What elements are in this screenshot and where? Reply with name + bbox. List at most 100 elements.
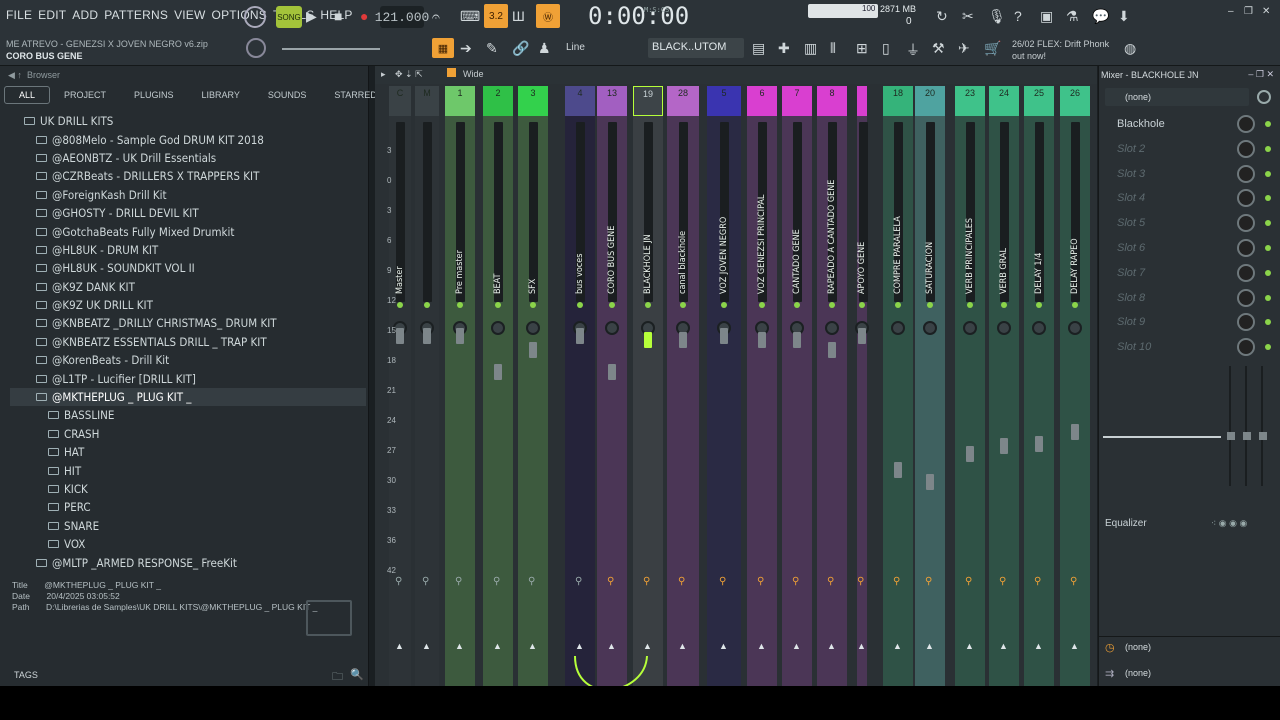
tree-item[interactable]: @K9Z DANK KIT bbox=[10, 278, 366, 296]
tree-icon[interactable]: ⊞ bbox=[856, 40, 868, 57]
fx-icon[interactable]: ⚲ bbox=[1034, 576, 1041, 587]
effect-slot[interactable]: Slot 8 bbox=[1107, 288, 1275, 308]
mute-led[interactable] bbox=[495, 302, 501, 308]
mic-icon[interactable]: 🎙 bbox=[988, 8, 1006, 25]
fx-icon[interactable]: ⚲ bbox=[719, 576, 726, 587]
route-arrow-icon[interactable]: ▲ bbox=[1070, 641, 1079, 651]
input-gauge-icon[interactable] bbox=[1257, 90, 1271, 104]
fx-icon[interactable]: ⚲ bbox=[678, 576, 685, 587]
slot-enable-led[interactable] bbox=[1265, 294, 1271, 301]
fx-icon[interactable]: ⚲ bbox=[857, 576, 864, 587]
mute-led[interactable] bbox=[680, 302, 686, 308]
snap-selector[interactable]: Line bbox=[566, 42, 585, 53]
pencil-icon[interactable]: ✎ bbox=[486, 40, 498, 57]
slot-enable-led[interactable] bbox=[1265, 145, 1271, 152]
folder-add-icon[interactable] bbox=[306, 600, 352, 636]
volume-fader[interactable] bbox=[576, 328, 584, 344]
fx-icon[interactable]: ⚲ bbox=[925, 576, 932, 587]
volume-fader[interactable] bbox=[758, 332, 766, 348]
mixer-channel[interactable]: 6 VOZ GENEZSI PRINCIPAL ⚲ ▲ bbox=[747, 86, 777, 686]
tree-item[interactable]: BASSLINE bbox=[10, 406, 366, 424]
mute-led[interactable] bbox=[1036, 302, 1042, 308]
slot-mix-knob[interactable] bbox=[1237, 115, 1255, 133]
route-arrow-icon[interactable]: ▲ bbox=[999, 641, 1008, 651]
slot-enable-led[interactable] bbox=[1265, 195, 1271, 202]
steps-icon[interactable]: 3.2 bbox=[484, 4, 508, 28]
tempo-display[interactable]: 121.000 bbox=[375, 6, 429, 28]
effect-slot[interactable]: Slot 4 bbox=[1107, 188, 1275, 208]
mixer-color-icon[interactable] bbox=[447, 68, 456, 77]
pan-knob[interactable] bbox=[526, 321, 540, 335]
download-icon[interactable]: ⬇ bbox=[1118, 8, 1130, 25]
volume-fader[interactable] bbox=[894, 462, 902, 478]
menu-view[interactable]: VIEW bbox=[174, 8, 205, 22]
route-arrow-icon[interactable]: ▲ bbox=[395, 641, 404, 651]
mixer-channel[interactable]: 23 VERB PRINCIPALES ⚲ ▲ bbox=[955, 86, 985, 686]
fx-icon[interactable]: ⚲ bbox=[893, 576, 900, 587]
fx-icon[interactable]: ⚲ bbox=[528, 576, 535, 587]
mute-led[interactable] bbox=[721, 302, 727, 308]
tree-item[interactable]: HIT bbox=[10, 461, 366, 479]
volume-fader[interactable] bbox=[720, 328, 728, 344]
loop-record-icon[interactable]: Ⓦ bbox=[536, 4, 560, 28]
minimize-icon[interactable]: – bbox=[1228, 6, 1234, 17]
route-arrow-icon[interactable]: ▲ bbox=[965, 641, 974, 651]
menu-edit[interactable]: EDIT bbox=[38, 8, 66, 22]
mute-led[interactable] bbox=[967, 302, 973, 308]
slot-mix-knob[interactable] bbox=[1237, 263, 1255, 282]
slot-mix-knob[interactable] bbox=[1237, 214, 1255, 233]
tree-item[interactable]: @CZRBeats - DRILLERS X TRAPPERS KIT bbox=[10, 167, 366, 185]
inspector-input-selector[interactable]: (none) bbox=[1105, 88, 1249, 106]
plug-icon[interactable]: ⏚ bbox=[906, 40, 920, 60]
fx-icon[interactable]: ⚲ bbox=[827, 576, 834, 587]
mixer-channel[interactable]: M ⚲ ▲ bbox=[415, 86, 439, 686]
restore-icon[interactable]: ❐ bbox=[1244, 6, 1253, 17]
pan-knob[interactable] bbox=[825, 321, 839, 335]
mute-led[interactable] bbox=[859, 302, 865, 308]
route-arrow-icon[interactable]: ▲ bbox=[893, 641, 902, 651]
mixer-channel[interactable]: 28 canal blackhole ⚲ ▲ bbox=[667, 86, 699, 686]
tree-item[interactable]: UK DRILL KITS bbox=[10, 112, 366, 130]
mixer-channel[interactable]: 1 Pre master ⚲ ▲ bbox=[445, 86, 475, 686]
mixer-channel[interactable]: 5 VOZ JOVEN NEGRO ⚲ ▲ bbox=[707, 86, 741, 686]
volume-fader[interactable] bbox=[608, 364, 616, 380]
inspector-output-1[interactable]: (none) bbox=[1125, 642, 1151, 652]
slot-enable-led[interactable] bbox=[1265, 319, 1271, 326]
menu-file[interactable]: FILE bbox=[6, 8, 32, 22]
plugin-icon[interactable]: ⚗ bbox=[1066, 8, 1079, 25]
slot-mix-knob[interactable] bbox=[1237, 139, 1255, 158]
mixer-channel[interactable]: 2 BEAT ⚲ ▲ bbox=[483, 86, 513, 686]
tree-item[interactable]: @HL8UK - SOUNDKIT VOL II bbox=[10, 259, 366, 277]
volume-fader[interactable] bbox=[1000, 438, 1008, 454]
route-arrow-icon[interactable]: ▲ bbox=[827, 641, 836, 651]
mixer-channel[interactable]: 7 CANTADO GENE ⚲ ▲ bbox=[782, 86, 812, 686]
mixer-channel[interactable]: 20 SATURACION ⚲ ▲ bbox=[915, 86, 945, 686]
pan-knob[interactable] bbox=[997, 321, 1011, 335]
fx-icon[interactable]: ⚲ bbox=[792, 576, 799, 587]
route-arrow-icon[interactable]: ▲ bbox=[792, 641, 801, 651]
tree-item[interactable]: @MLTP _ARMED RESPONSE_ FreeKit bbox=[10, 553, 366, 571]
help-icon[interactable]: ? bbox=[1014, 8, 1022, 24]
route-arrow-icon[interactable]: ▲ bbox=[455, 641, 464, 651]
pan-knob[interactable] bbox=[891, 321, 905, 335]
browser-tab-project[interactable]: PROJECT bbox=[50, 86, 120, 104]
slot-enable-led[interactable] bbox=[1265, 170, 1271, 177]
metronome-icon[interactable]: 𝄐 bbox=[432, 8, 440, 25]
shop-icon[interactable]: 🛒 bbox=[984, 40, 1001, 57]
tree-item[interactable]: @AEONBTZ - UK Drill Essentials bbox=[10, 149, 366, 167]
mute-led[interactable] bbox=[1001, 302, 1007, 308]
effect-slot[interactable]: Blackhole bbox=[1107, 114, 1275, 134]
step-seq-icon[interactable]: ✚ bbox=[778, 40, 790, 57]
tree-item[interactable]: @L1TP - Lucifier [DRILL KIT] bbox=[10, 369, 366, 387]
mixer-channel[interactable]: 19 BLACKHOLE JN ⚲ ▲ bbox=[633, 86, 663, 686]
mixer-channel[interactable]: 25 DELAY 1/4 ⚲ ▲ bbox=[1024, 86, 1054, 686]
master-pitch-knob[interactable] bbox=[244, 6, 266, 28]
tree-item[interactable]: @GotchaBeats Fully Mixed Drumkit bbox=[10, 222, 366, 240]
volume-fader[interactable] bbox=[1071, 424, 1079, 440]
browser-back-icon[interactable]: ◀ ↑ bbox=[8, 70, 22, 80]
slot-enable-led[interactable] bbox=[1265, 245, 1271, 251]
inspector-output-2[interactable]: (none) bbox=[1125, 668, 1151, 678]
volume-fader[interactable] bbox=[926, 474, 934, 490]
pan-knob[interactable] bbox=[491, 321, 505, 335]
tree-item[interactable]: HAT bbox=[10, 443, 366, 461]
